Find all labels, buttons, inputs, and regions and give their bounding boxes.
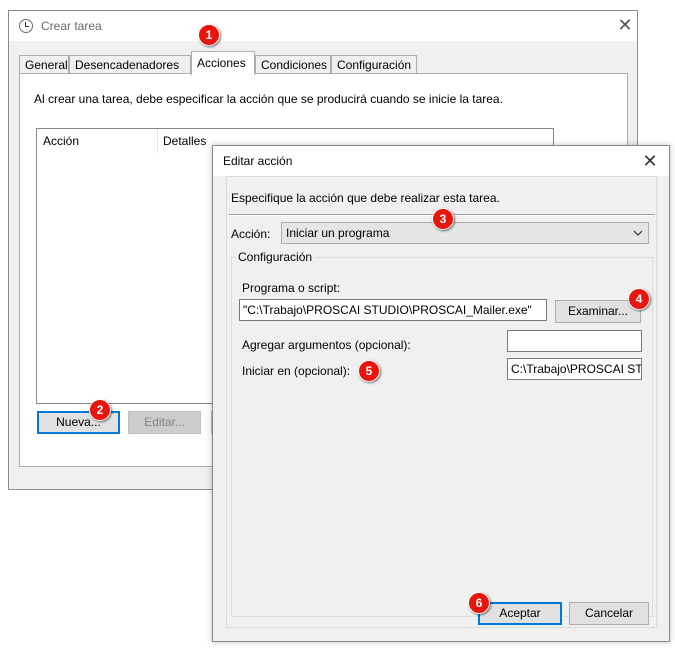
- program-input[interactable]: "C:\Trabajo\PROSCAI STUDIO\PROSCAI_Maile…: [239, 299, 547, 321]
- edit-action-button[interactable]: Editar...: [128, 411, 201, 434]
- tab-settings[interactable]: Configuración: [331, 55, 417, 74]
- action-dropdown[interactable]: Iniciar un programa: [281, 222, 649, 244]
- action-dropdown-value: Iniciar un programa: [286, 226, 390, 240]
- arguments-input[interactable]: [507, 330, 642, 352]
- start-in-input[interactable]: C:\Trabajo\PROSCAI ST: [507, 358, 642, 380]
- tab-general[interactable]: General: [19, 55, 69, 74]
- close-icon[interactable]: ✕: [637, 149, 663, 173]
- settings-group-label: Configuración: [236, 250, 315, 264]
- column-header-action[interactable]: Acción: [43, 134, 79, 148]
- callout-3: 3: [432, 208, 454, 230]
- dialog-description: Especifique la acción que debe realizar …: [231, 191, 500, 205]
- ok-button[interactable]: Aceptar: [478, 602, 562, 625]
- dialog-title: Editar acción: [223, 154, 293, 168]
- chevron-down-icon: [633, 230, 643, 236]
- panel-description: Al crear una tarea, debe especificar la …: [34, 92, 503, 106]
- close-icon[interactable]: ✕: [615, 14, 635, 36]
- callout-5: 5: [358, 360, 380, 382]
- callout-1: 1: [198, 24, 220, 46]
- tab-triggers[interactable]: Desencadenadores: [69, 55, 191, 74]
- action-label: Acción:: [231, 227, 271, 241]
- program-label: Programa o script:: [242, 281, 341, 295]
- callout-6: 6: [468, 592, 490, 614]
- start-in-label: Iniciar en (opcional):: [242, 364, 351, 378]
- column-header-details[interactable]: Detalles: [163, 134, 206, 148]
- title-bar: Crear tarea ✕: [9, 11, 637, 41]
- window-title: Crear tarea: [41, 19, 102, 33]
- callout-4: 4: [628, 288, 650, 310]
- callout-2: 2: [89, 399, 111, 421]
- column-divider[interactable]: [157, 129, 158, 153]
- tab-conditions[interactable]: Condiciones: [255, 55, 331, 74]
- clock-icon: [19, 19, 33, 33]
- dialog-body: Especifique la acción que debe realizar …: [226, 176, 657, 628]
- arguments-label: Agregar argumentos (opcional):: [242, 338, 411, 352]
- dialog-title-bar: Editar acción ✕: [213, 146, 669, 176]
- tab-strip: General Desencadenadores Acciones Condic…: [19, 51, 629, 75]
- cancel-button[interactable]: Cancelar: [569, 602, 649, 625]
- tab-actions[interactable]: Acciones: [191, 51, 255, 75]
